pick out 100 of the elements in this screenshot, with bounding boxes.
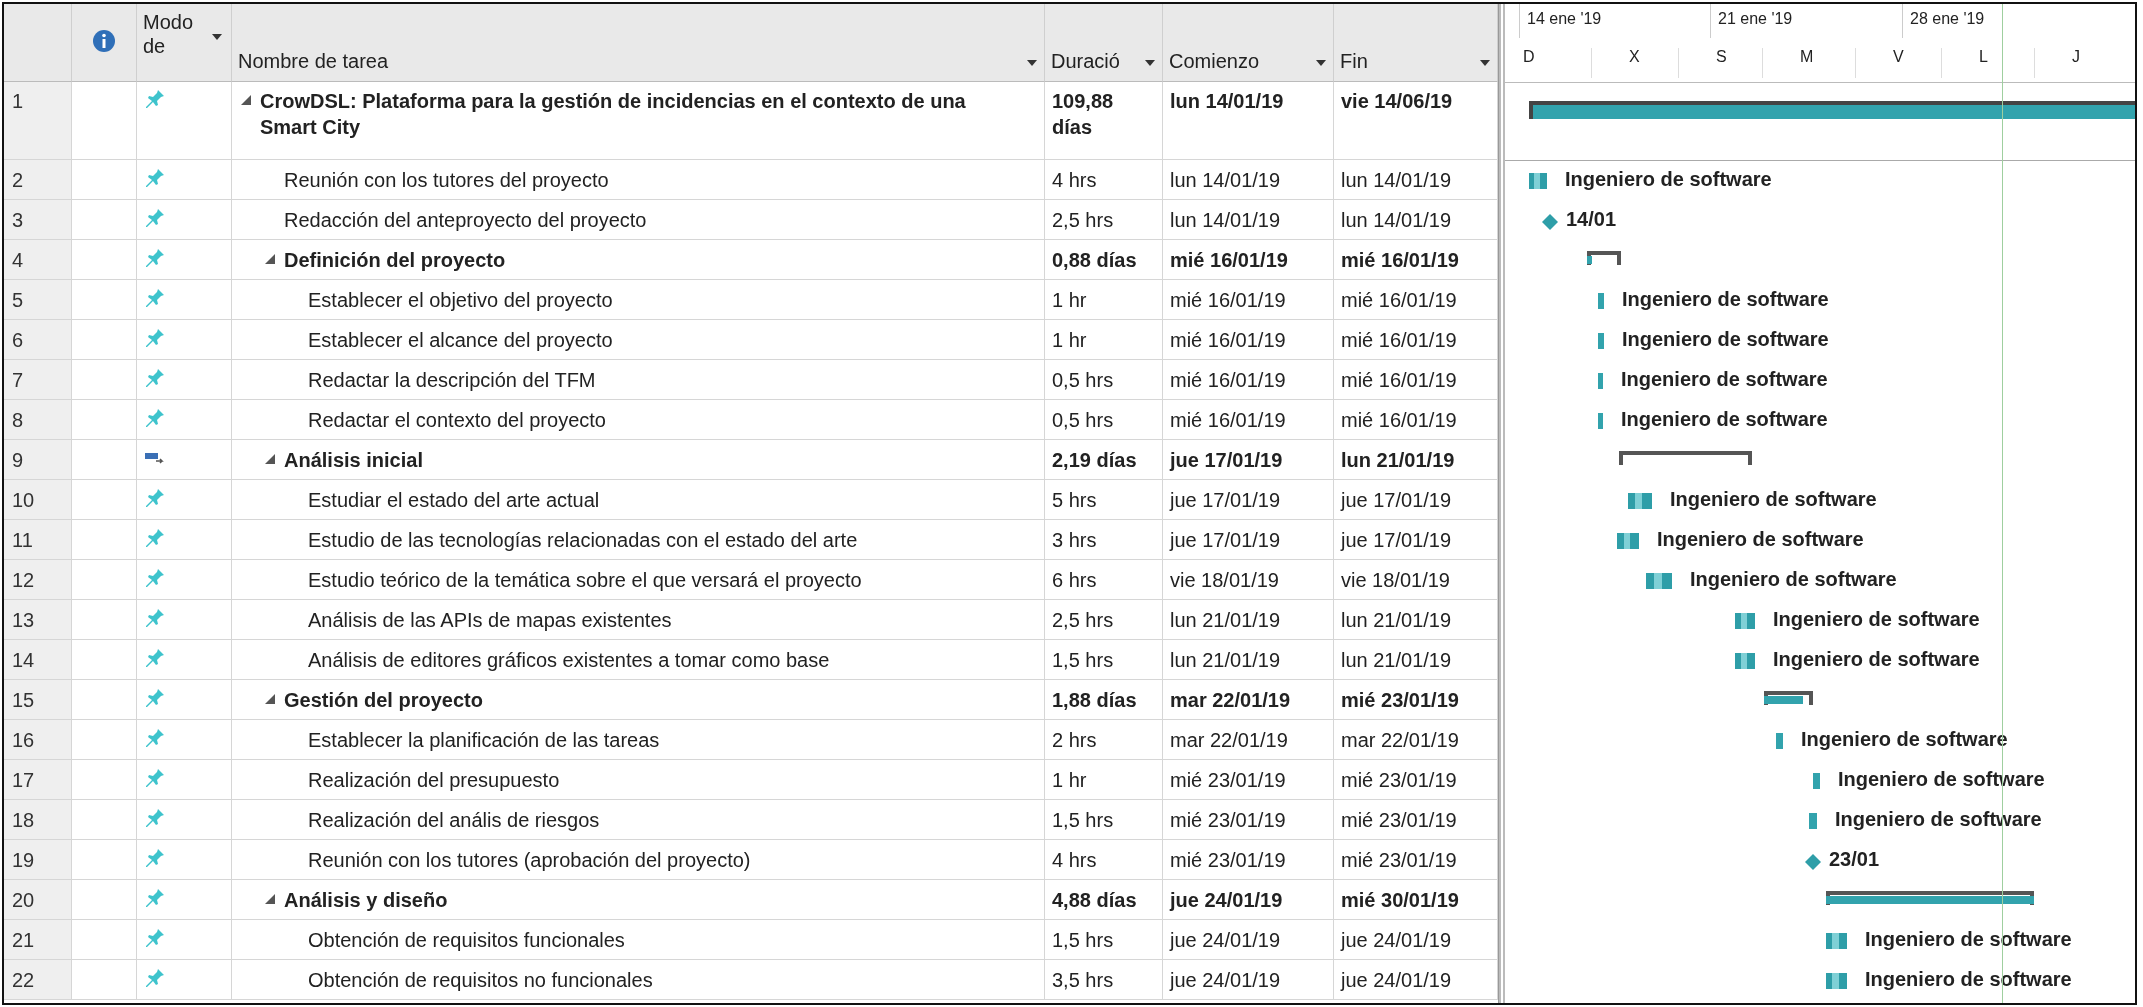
- task-name: Redacción del anteproyecto del proyecto: [284, 208, 647, 233]
- pin-icon: [144, 88, 166, 110]
- task-duration: 2,5 hrs: [1045, 200, 1163, 240]
- dropdown-arrow-icon[interactable]: [1144, 59, 1156, 67]
- pin-icon: [144, 567, 166, 589]
- bar-label: Ingeniero de software: [1657, 528, 1864, 551]
- column-header[interactable]: Fin: [1334, 4, 1498, 82]
- row-number: 20: [4, 880, 72, 920]
- row-number: 4: [4, 240, 72, 280]
- week-label: 21 ene '19: [1718, 10, 1793, 28]
- task-duration: 0,5 hrs: [1045, 360, 1163, 400]
- day-label: J: [2072, 48, 2080, 66]
- collapse-triangle-icon[interactable]: [264, 253, 276, 265]
- bar-label: Ingeniero de software: [1865, 968, 2072, 991]
- day-label: X: [1629, 48, 1640, 66]
- task-finish: vie 14/06/19: [1334, 82, 1498, 160]
- task-bar: [1598, 333, 1604, 349]
- task-start: mié 16/01/19: [1163, 280, 1334, 320]
- bar-label: Ingeniero de software: [1835, 808, 2042, 831]
- pin-icon: [144, 287, 166, 309]
- bar-label: Ingeniero de software: [1621, 408, 1828, 431]
- task-finish: lun 21/01/19: [1334, 640, 1498, 680]
- day-label: D: [1523, 48, 1535, 66]
- task-start: mar 22/01/19: [1163, 720, 1334, 760]
- task-duration: 3,5 hrs: [1045, 960, 1163, 1000]
- bar-label: Ingeniero de software: [1801, 728, 2008, 751]
- collapse-triangle-icon[interactable]: [240, 94, 252, 106]
- task-finish: jue 17/01/19: [1334, 520, 1498, 560]
- task-bar: [1735, 613, 1755, 629]
- row-number: 14: [4, 640, 72, 680]
- task-name: Redactar el contexto del proyecto: [308, 408, 606, 433]
- day-label: V: [1893, 48, 1904, 66]
- task-finish: lun 21/01/19: [1334, 600, 1498, 640]
- task-name: Establecer la planificación de las tareas: [308, 728, 660, 753]
- task-duration: 0,5 hrs: [1045, 400, 1163, 440]
- pin-icon: [144, 807, 166, 829]
- pin-icon: [144, 327, 166, 349]
- collapse-triangle-icon[interactable]: [264, 453, 276, 465]
- row-number: 3: [4, 200, 72, 240]
- task-finish: jue 17/01/19: [1334, 480, 1498, 520]
- task-finish: mié 23/01/19: [1334, 760, 1498, 800]
- dropdown-arrow-icon[interactable]: [1026, 59, 1038, 67]
- task-start: mié 16/01/19: [1163, 240, 1334, 280]
- info-icon: [92, 29, 116, 53]
- task-bar: [1735, 653, 1755, 669]
- day-label: M: [1800, 48, 1814, 66]
- row-number: 21: [4, 920, 72, 960]
- task-name: Estudio de las tecnologías relacionadas con el estado del arte: [308, 528, 858, 553]
- task-finish: jue 24/01/19: [1334, 920, 1498, 960]
- task-name: Obtención de requisitos funcionales: [308, 928, 625, 953]
- column-header[interactable]: Duració: [1045, 4, 1163, 82]
- task-start: jue 17/01/19: [1163, 520, 1334, 560]
- task-start: mié 16/01/19: [1163, 320, 1334, 360]
- summary-bar: [1587, 251, 1621, 265]
- task-finish: mié 23/01/19: [1334, 680, 1498, 720]
- task-duration: 0,88 días: [1045, 240, 1163, 280]
- row-number: 22: [4, 960, 72, 1000]
- week-label: 14 ene '19: [1527, 10, 1602, 28]
- task-name: Análisis y diseño: [284, 888, 448, 913]
- task-name: Realización del presupuesto: [308, 768, 560, 793]
- task-start: vie 18/01/19: [1163, 560, 1334, 600]
- task-start: mié 16/01/19: [1163, 400, 1334, 440]
- bar-label: Ingeniero de software: [1622, 288, 1829, 311]
- column-header[interactable]: Nombre de tarea: [232, 4, 1045, 82]
- dropdown-arrow-icon[interactable]: [211, 33, 223, 41]
- task-finish: vie 18/01/19: [1334, 560, 1498, 600]
- pin-icon: [144, 687, 166, 709]
- pin-icon: [144, 847, 166, 869]
- task-finish: mié 16/01/19: [1334, 320, 1498, 360]
- row-number: 1: [4, 82, 72, 160]
- task-finish: lun 14/01/19: [1334, 200, 1498, 240]
- task-name: Reunión con los tutores del proyecto: [284, 168, 609, 193]
- task-name: Análisis de editores gráficos existentes a tomar como base: [308, 648, 830, 673]
- row-number: 2: [4, 160, 72, 200]
- bar-label: Ingeniero de software: [1773, 648, 1980, 671]
- row-number: 9: [4, 440, 72, 480]
- pin-icon: [144, 967, 166, 989]
- task-duration: 2 hrs: [1045, 720, 1163, 760]
- week-label: 28 ene '19: [1910, 10, 1985, 28]
- dropdown-arrow-icon[interactable]: [1479, 59, 1491, 67]
- task-start: jue 17/01/19: [1163, 440, 1334, 480]
- task-name: Análisis inicial: [284, 448, 423, 473]
- column-header[interactable]: Modo de: [137, 4, 232, 82]
- collapse-triangle-icon[interactable]: [264, 893, 276, 905]
- bar-label: Ingeniero de software: [1565, 168, 1772, 191]
- bar-label: Ingeniero de software: [1670, 488, 1877, 511]
- column-header[interactable]: Comienzo: [1163, 4, 1334, 82]
- day-label: L: [1979, 48, 1988, 66]
- task-duration: 2,19 días: [1045, 440, 1163, 480]
- task-duration: 2,5 hrs: [1045, 600, 1163, 640]
- dropdown-arrow-icon[interactable]: [1315, 59, 1327, 67]
- task-name: Análisis de las APIs de mapas existentes: [308, 608, 672, 633]
- row-number: 13: [4, 600, 72, 640]
- row-number: 15: [4, 680, 72, 720]
- task-start: lun 14/01/19: [1163, 160, 1334, 200]
- collapse-triangle-icon[interactable]: [264, 693, 276, 705]
- task-name: Estudiar el estado del arte actual: [308, 488, 600, 513]
- bar-label: Ingeniero de software: [1773, 608, 1980, 631]
- bar-label: Ingeniero de software: [1690, 568, 1897, 591]
- milestone-diamond: [1542, 214, 1558, 230]
